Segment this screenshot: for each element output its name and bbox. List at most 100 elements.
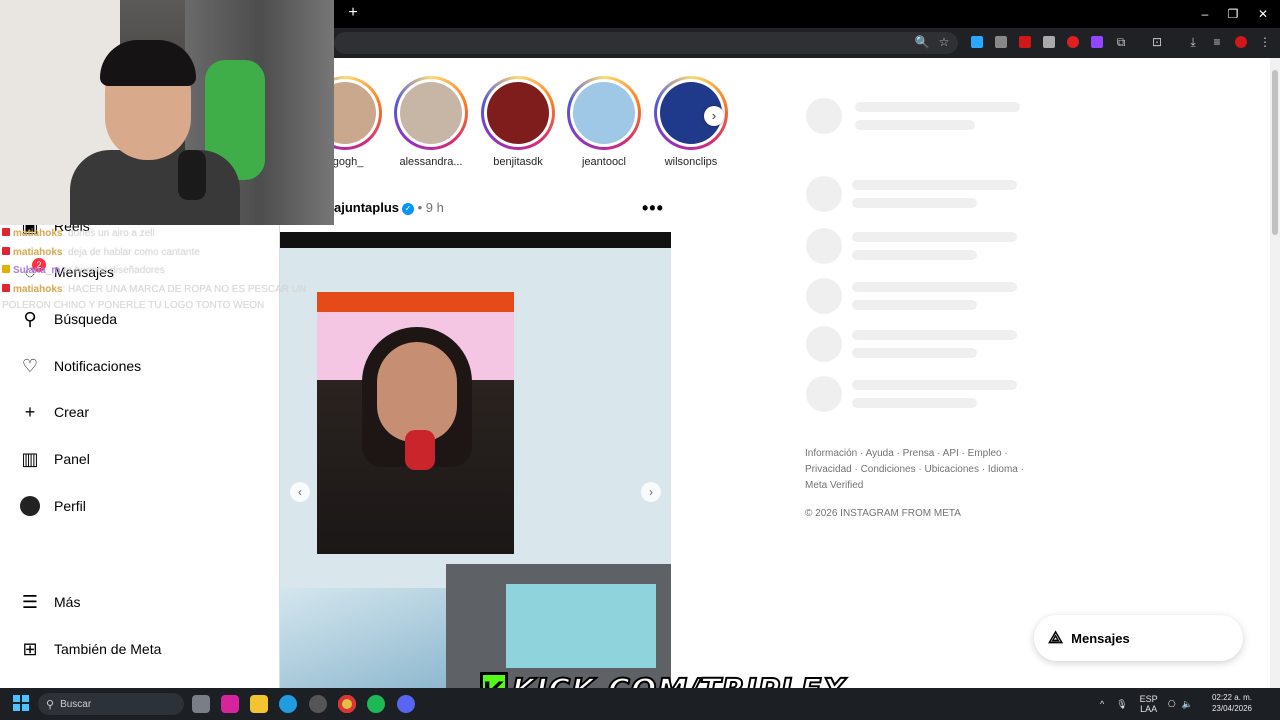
suggestion-placeholder [806, 98, 842, 134]
task-view-icon[interactable] [192, 695, 210, 713]
heart-icon: ♡ [21, 355, 39, 376]
sidebar-item-label: Perfil [54, 498, 86, 514]
story-username: alessandra... [399, 156, 463, 168]
volume-icon[interactable]: 🔈 [1182, 699, 1193, 710]
suggestion-placeholder [806, 228, 842, 264]
webcam-person-hair [100, 40, 196, 86]
browser-menu-icon[interactable]: ⋮ [1256, 33, 1274, 51]
story-username: benjitasdk [493, 156, 543, 168]
suggestion-placeholder [852, 300, 977, 310]
extension-icon[interactable] [968, 33, 986, 51]
extension-icon[interactable] [992, 33, 1010, 51]
network-icon[interactable]: ⎔ [1168, 699, 1176, 710]
sidebar-item-crear[interactable]: + Crear [20, 399, 89, 425]
story-avatar [400, 82, 462, 144]
story-username: wilsonclips [664, 156, 718, 168]
bookmark-star-icon[interactable]: ☆ [935, 33, 953, 51]
address-bar[interactable] [334, 32, 958, 54]
sidebar-item-panel[interactable]: ▥ Panel [20, 446, 89, 472]
taskbar-search-box[interactable]: ⚲ Buscar [38, 693, 184, 715]
suggestion-placeholder [852, 398, 977, 408]
taskbar-clock[interactable]: 02:22 a. m. 23/04/2026 [1206, 692, 1258, 714]
download-icon[interactable]: ⤓ [1184, 33, 1202, 51]
messages-floating-button[interactable]: ⟁ Mensajes [1034, 615, 1243, 661]
footer-links[interactable]: Información · Ayuda · Prensa · API · Emp… [805, 446, 1025, 494]
post-more-options-icon[interactable]: ••• [642, 198, 664, 219]
avatar-icon [20, 496, 40, 516]
story-item[interactable]: benjitasdk [481, 76, 555, 168]
sidebar-item-label: Más [54, 594, 81, 610]
clock-time: 02:22 a. m. [1211, 693, 1253, 702]
suggestion-placeholder [852, 250, 977, 260]
extension-icon[interactable] [1016, 33, 1034, 51]
windows-start-icon[interactable] [13, 695, 29, 711]
instagram-app-icon[interactable] [221, 695, 239, 713]
post-timestamp[interactable]: • 9 h [414, 200, 444, 215]
chat-message: matiahoks: deja de hablar como cantante [2, 247, 200, 258]
suggestion-placeholder [806, 326, 842, 362]
chat-message: matiahoks: HACER UNA MARCA DE ROPA NO ES… [2, 284, 306, 295]
story-avatar [573, 82, 635, 144]
microphone-icon[interactable]: 🎙 [1116, 699, 1127, 710]
sidebar-item-label: Búsqueda [54, 311, 118, 327]
copyright-text: © 2026 INSTAGRAM FROM META [805, 508, 961, 519]
menu-icon: ☰ [21, 591, 39, 612]
zoom-icon[interactable]: 🔍 [913, 33, 931, 51]
stories-next-arrow-icon[interactable]: › [704, 106, 724, 126]
extension-icon[interactable] [1040, 33, 1058, 51]
chrome-icon[interactable] [338, 695, 356, 713]
profile-icon[interactable] [1232, 33, 1250, 51]
story-item[interactable]: jeantoocl [567, 76, 641, 168]
screenshot-icon[interactable]: ⊡ [1148, 33, 1166, 51]
discord-icon[interactable] [397, 695, 415, 713]
carousel-prev-arrow-icon[interactable]: ‹ [290, 482, 310, 502]
post-username[interactable]: ajuntaplus [334, 200, 399, 215]
photo-microphone [405, 430, 435, 470]
story-username: jeantoocl [581, 156, 627, 168]
suggestion-placeholder [852, 380, 1017, 390]
minimize-button[interactable]: – [1194, 4, 1216, 24]
chat-message-continuation: POLERON CHINO Y PONERLE TU LOGO TONTO WE… [2, 300, 265, 311]
close-window-button[interactable]: ✕ [1252, 4, 1274, 24]
media-photo-card [317, 292, 514, 554]
plus-icon: + [24, 401, 36, 422]
sidebar-item-label: Crear [54, 404, 90, 420]
story-avatar [487, 82, 549, 144]
streamer-webcam-overlay [0, 0, 334, 225]
card-person-photo [317, 322, 514, 554]
suggestion-placeholder [852, 232, 1017, 242]
extension-icon[interactable] [1064, 33, 1082, 51]
edge-icon[interactable] [279, 695, 297, 713]
file-explorer-icon[interactable] [250, 695, 268, 713]
suggestion-placeholder [852, 348, 977, 358]
chat-message: matiahoks: dones un airo a zell [2, 228, 155, 239]
chart-icon: ▥ [21, 448, 39, 469]
suggestion-placeholder [852, 198, 977, 208]
messages-floating-label: Mensajes [1071, 630, 1130, 646]
card-orange-stripe [317, 292, 514, 312]
sidebar-item-label: Notificaciones [54, 358, 142, 374]
sidebar-item-tambien-de-meta[interactable]: ⊞ También de Meta [20, 636, 161, 662]
verified-badge-icon: ✓ [402, 202, 415, 215]
scrollbar-thumb[interactable] [1272, 70, 1278, 235]
post-media-carousel[interactable]: ‹ › [280, 232, 671, 688]
reading-list-icon[interactable]: ≡ [1208, 33, 1226, 51]
language-indicator[interactable]: ESP LAA [1140, 694, 1158, 714]
carousel-next-arrow-icon[interactable]: › [641, 482, 661, 502]
new-tab-button[interactable]: + [344, 4, 362, 22]
tray-chevron-icon[interactable]: ^ [1100, 699, 1104, 709]
extensions-puzzle-icon[interactable]: ⧉ [1112, 33, 1130, 51]
spotify-icon[interactable] [367, 695, 385, 713]
post-header: ajuntaplus ✓ • 9 h [334, 200, 670, 218]
obs-icon[interactable] [309, 695, 327, 713]
photo-ice-block [506, 584, 656, 668]
maximize-button[interactable]: ❐ [1222, 4, 1244, 24]
meta-grid-icon: ⊞ [22, 638, 38, 659]
sidebar-item-mas[interactable]: ☰ Más [20, 589, 81, 615]
send-icon: ⟁ [1048, 628, 1064, 647]
extension-icon[interactable] [1088, 33, 1106, 51]
sidebar-item-perfil[interactable]: Perfil [20, 493, 86, 519]
sidebar-item-notificaciones[interactable]: ♡ Notificaciones [20, 353, 141, 379]
suggestion-placeholder [806, 176, 842, 212]
story-item[interactable]: alessandra... [394, 76, 468, 168]
